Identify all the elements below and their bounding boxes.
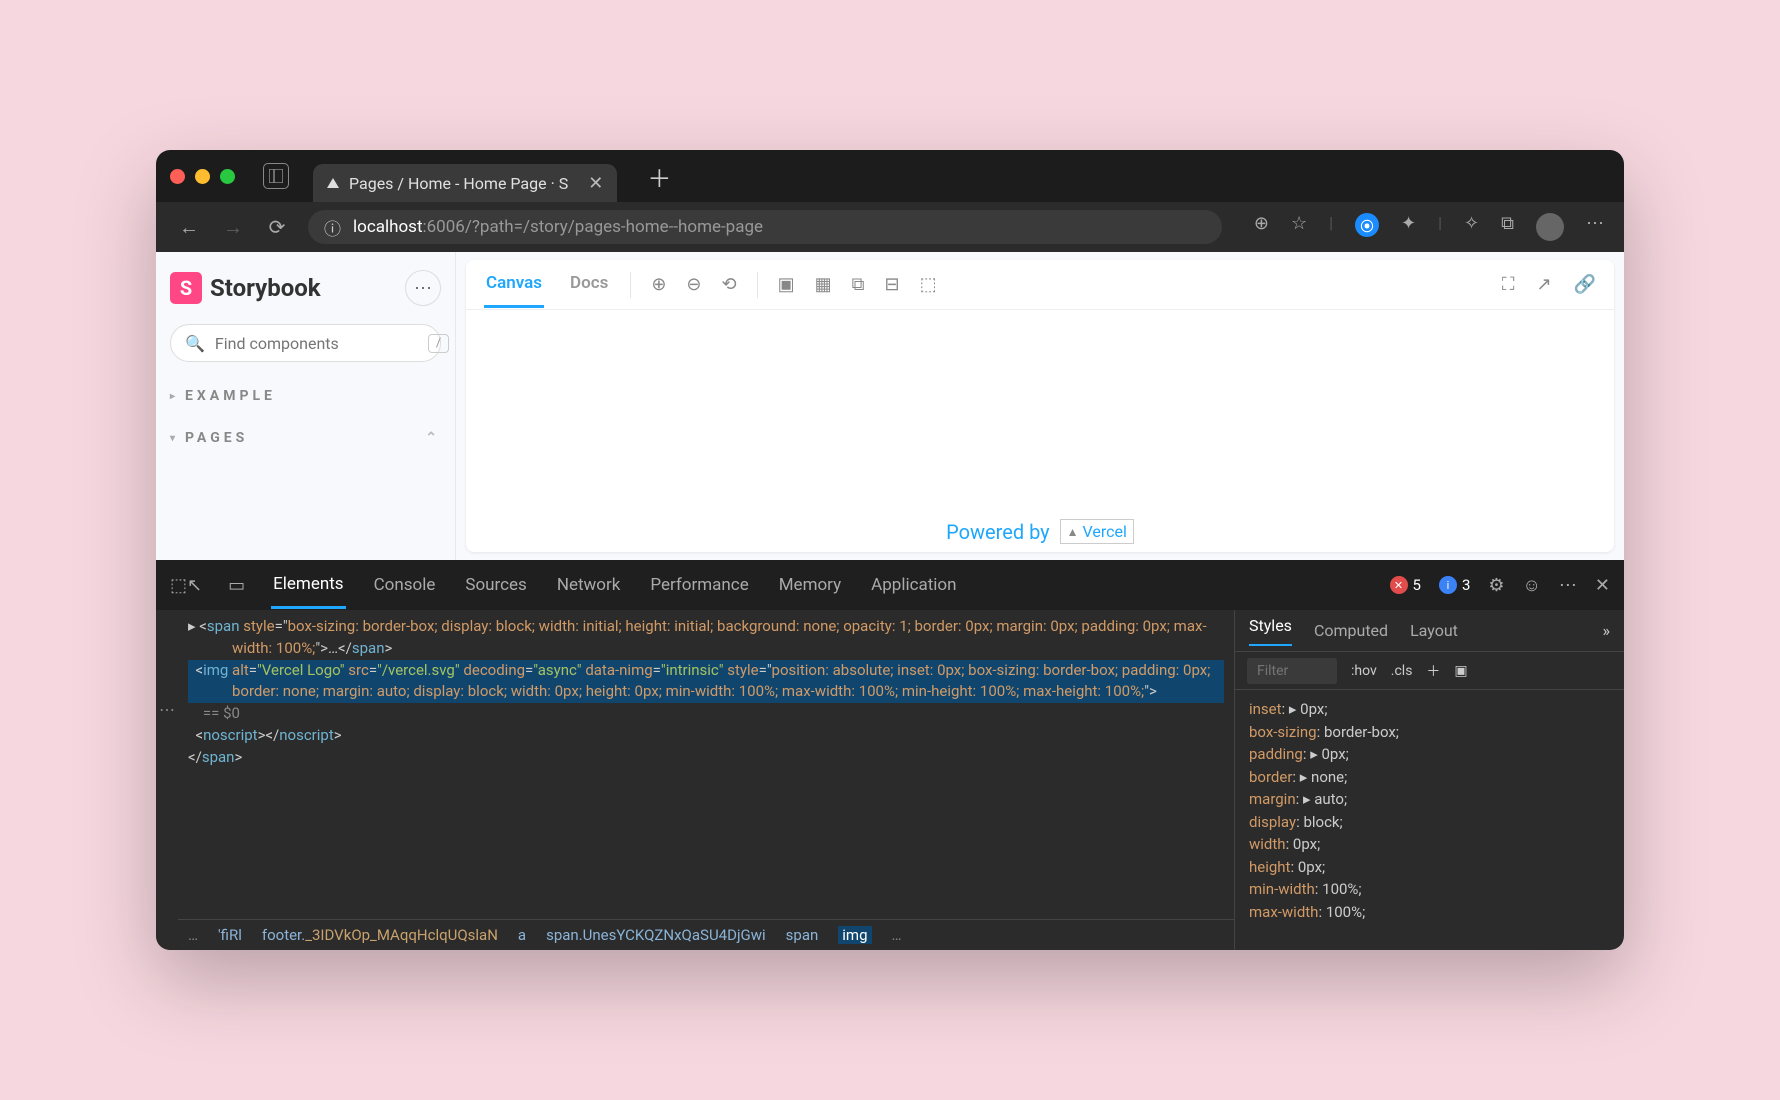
tab-docs[interactable]: Docs <box>568 261 610 308</box>
search-icon: 🔍 <box>185 334 205 353</box>
new-style-rule-icon[interactable]: ＋ <box>1426 661 1440 681</box>
settings-icon[interactable]: ⚙ <box>1488 575 1504 596</box>
sidebar-group-example[interactable]: ▸ EXAMPLE <box>170 388 441 404</box>
zoom-out-icon[interactable]: ⊖ <box>686 274 701 295</box>
styles-more-icon[interactable]: » <box>1603 621 1611 640</box>
address-bar[interactable]: ⓘ localhost:6006/?path=/story/pages-home… <box>308 210 1222 244</box>
extensions-icon[interactable]: ✦ <box>1401 213 1416 241</box>
powered-by-footer: Powered by Vercel <box>946 519 1134 544</box>
measure-icon[interactable]: ⊟ <box>885 274 900 295</box>
storybook-logo-icon: S <box>170 272 202 304</box>
new-tab-button[interactable]: ＋ <box>647 159 671 194</box>
styles-tab-layout[interactable]: Layout <box>1410 621 1458 640</box>
tab-title: Pages / Home - Home Page · S <box>349 174 568 193</box>
reload-button[interactable]: ⟳ <box>264 215 290 239</box>
url-host: localhost <box>353 217 423 237</box>
viewport-icon[interactable]: ⧉ <box>852 274 865 295</box>
maximize-window-button[interactable] <box>220 169 235 184</box>
zoom-icon[interactable]: ⊕ <box>1254 213 1269 241</box>
caret-right-icon: ▸ <box>170 391 179 402</box>
devtools-tab-console[interactable]: Console <box>372 563 438 607</box>
storybook-sidebar: S Storybook ⋯ 🔍 / ▸ EXAMPLE ▾ PAGES ⌃ <box>156 252 456 560</box>
devtools-tab-elements[interactable]: Elements <box>271 562 345 609</box>
device-toggle-icon[interactable]: ▭ <box>228 575 245 596</box>
styles-tab-computed[interactable]: Computed <box>1314 621 1388 640</box>
forward-button[interactable]: → <box>220 215 246 240</box>
zoom-reset-icon[interactable]: ⟲ <box>722 274 737 295</box>
devtools: ⬚↖ ▭ Elements Console Sources Network Pe… <box>156 560 1624 950</box>
devtools-tab-network[interactable]: Network <box>555 563 623 607</box>
search-shortcut-key: / <box>428 334 449 353</box>
canvas-panel: Canvas Docs ⊕ ⊖ ⟲ ▣ ▦ ⧉ ⊟ ⬚ ⛶ ↗ <box>466 260 1614 552</box>
tab-favicon <box>327 178 339 188</box>
open-new-tab-icon[interactable]: ↗ <box>1536 274 1551 295</box>
storybook-main: Canvas Docs ⊕ ⊖ ⟲ ▣ ▦ ⧉ ⊟ ⬚ ⛶ ↗ <box>456 252 1624 560</box>
more-menu-icon[interactable]: ⋯ <box>1586 213 1604 241</box>
bookmark-icon[interactable]: ☆ <box>1291 213 1307 241</box>
link-icon[interactable]: 🔗 <box>1574 274 1596 295</box>
outline-icon[interactable]: ⬚ <box>920 274 937 295</box>
tab-canvas[interactable]: Canvas <box>484 261 544 308</box>
site-info-icon[interactable]: ⓘ <box>324 215 341 240</box>
powered-by-text: Powered by <box>946 520 1050 544</box>
more-tools-icon[interactable]: ⋯ <box>1559 575 1577 596</box>
devtools-tabs: ⬚↖ ▭ Elements Console Sources Network Pe… <box>156 560 1624 610</box>
minimize-window-button[interactable] <box>195 169 210 184</box>
storybook-logo-text: Storybook <box>210 274 321 302</box>
sidebar-group-pages[interactable]: ▾ PAGES ⌃ <box>170 430 441 446</box>
sidebar-menu-button[interactable]: ⋯ <box>405 270 441 306</box>
devtools-tab-memory[interactable]: Memory <box>777 563 843 607</box>
styles-panel: Styles Computed Layout » :hov .cls ＋ ▣ i… <box>1234 610 1624 950</box>
elements-panel[interactable]: ▸ <span style="box-sizing: border-box; d… <box>178 610 1234 919</box>
browser-window: Pages / Home - Home Page · S ✕ ＋ ← → ⟳ ⓘ… <box>156 150 1624 950</box>
styles-tab-styles[interactable]: Styles <box>1249 616 1292 646</box>
hov-toggle[interactable]: :hov <box>1351 663 1377 679</box>
component-search[interactable]: 🔍 / <box>170 324 441 362</box>
search-input[interactable] <box>215 334 418 353</box>
close-tab-icon[interactable]: ✕ <box>588 173 603 194</box>
url-path: /?path=/story/pages-home--home-page <box>465 217 763 237</box>
onepassword-icon[interactable]: ⦿ <box>1355 213 1379 237</box>
info-count-badge[interactable]: i3 <box>1439 576 1470 594</box>
whats-new-icon[interactable]: ☺ <box>1523 575 1541 596</box>
background-icon[interactable]: ▣ <box>778 274 795 295</box>
fullscreen-icon[interactable]: ⛶ <box>1502 274 1515 295</box>
cls-toggle[interactable]: .cls <box>1391 663 1413 679</box>
computed-toggle-icon[interactable]: ▣ <box>1454 663 1467 679</box>
sidebar-toggle-icon[interactable] <box>263 163 289 189</box>
traffic-lights <box>170 169 235 184</box>
collapse-icon[interactable]: ⌃ <box>425 430 441 446</box>
close-window-button[interactable] <box>170 169 185 184</box>
zoom-in-icon[interactable]: ⊕ <box>651 274 666 295</box>
url-port: :6006 <box>423 217 465 237</box>
canvas-body: Powered by Vercel <box>466 310 1614 552</box>
back-button[interactable]: ← <box>176 215 202 240</box>
close-devtools-icon[interactable]: ✕ <box>1595 575 1610 596</box>
devtools-tab-sources[interactable]: Sources <box>463 563 528 607</box>
urlbar: ← → ⟳ ⓘ localhost:6006/?path=/story/page… <box>156 202 1624 252</box>
styles-filter-input[interactable] <box>1247 658 1337 684</box>
error-count-badge[interactable]: ✕5 <box>1390 576 1421 594</box>
devtools-tab-application[interactable]: Application <box>869 563 958 607</box>
browser-tab[interactable]: Pages / Home - Home Page · S ✕ <box>313 164 617 202</box>
inspect-element-icon[interactable]: ⬚↖ <box>170 575 202 596</box>
devtools-tab-performance[interactable]: Performance <box>648 563 750 607</box>
grid-icon[interactable]: ▦ <box>815 274 832 295</box>
devtools-gutter: ⋯ <box>156 610 178 950</box>
storybook-app: S Storybook ⋯ 🔍 / ▸ EXAMPLE ▾ PAGES ⌃ <box>156 252 1624 560</box>
titlebar: Pages / Home - Home Page · S ✕ ＋ <box>156 150 1624 202</box>
canvas-toolbar: Canvas Docs ⊕ ⊖ ⟲ ▣ ▦ ⧉ ⊟ ⬚ ⛶ ↗ <box>466 260 1614 310</box>
breadcrumb[interactable]: … 'fiRl footer._3IDVkOp_MAqqHclqUQslaN a… <box>178 919 1234 950</box>
css-properties[interactable]: inset: ▸ 0px;box-sizing: border-box;padd… <box>1235 690 1624 931</box>
vercel-logo-broken-image[interactable]: Vercel <box>1060 519 1134 544</box>
reading-list-icon[interactable]: ✧ <box>1464 213 1479 241</box>
profile-avatar[interactable] <box>1536 213 1564 241</box>
storybook-logo: S Storybook <box>170 272 321 304</box>
collections-icon[interactable]: ⧉ <box>1501 213 1514 241</box>
caret-down-icon: ▾ <box>170 433 179 444</box>
url-actions: ⊕ ☆ | ⦿ ✦ | ✧ ⧉ ⋯ <box>1254 213 1604 241</box>
